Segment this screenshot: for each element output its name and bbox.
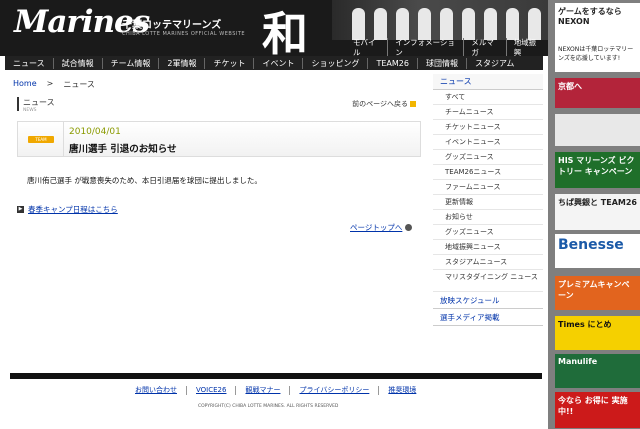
sidebar-item-goods-2[interactable]: グッズニュース [433, 225, 543, 240]
footer-voice26[interactable]: VOICE26 [186, 386, 235, 395]
ad-banner-benesse[interactable]: Benesse [555, 234, 640, 268]
section-heading: ニュース NEWS 前のページへ戻る [17, 97, 420, 113]
team-name-en: CHIBA LOTTE MARINES OFFICIAL WEBSITE [122, 31, 246, 37]
page: Marines 千葉ロッテマリーンズ CHIBA LOTTE MARINES O… [0, 0, 548, 429]
player-figure [506, 8, 519, 40]
article-date: 2010/04/01 [69, 127, 121, 137]
sidebar-item-ticket[interactable]: チケットニュース [433, 120, 543, 135]
nav-shopping[interactable]: ショッピング [302, 57, 367, 69]
nav-stadium[interactable]: スタジアム [465, 57, 522, 69]
article-title: 唐川選手 引退のお知らせ [69, 144, 177, 155]
player-figure [418, 8, 431, 40]
ad-banner-nexon[interactable]: ゲームをするなら NEXON NEXONは千葉ロッテマリーンズを応援しています! [555, 3, 640, 72]
back-link[interactable]: 前のページへ戻る [352, 99, 416, 109]
ad-banner-product[interactable] [555, 114, 640, 146]
ad-banner-times[interactable]: Times にとめ [555, 316, 640, 350]
breadcrumb-separator: > [46, 79, 54, 88]
ad-banner-web[interactable]: 今なら お得に 実施中!! [555, 392, 640, 428]
footer-contact[interactable]: お問い合わせ [126, 386, 186, 395]
copyright: COPYRIGHT(C) CHIBA LOTTE MARINES. ALL RI… [198, 404, 339, 409]
ad-nexon-text: ゲームをするなら NEXON [558, 7, 622, 26]
sidebar-item-stadium[interactable]: スタジアムニュース [433, 255, 543, 270]
breadcrumb: Home > ニュース [13, 79, 95, 90]
page-top-label: ページトップへ [350, 223, 403, 232]
global-nav: ニュース 試合情報 チーム情報 2軍情報 チケット イベント ショッピング TE… [5, 56, 543, 70]
breadcrumb-home[interactable]: Home [13, 79, 37, 90]
sidebar-item-event[interactable]: イベントニュース [433, 135, 543, 150]
player-figure [462, 8, 475, 40]
ad-banner-premium[interactable]: プレミアムキャンペーン [555, 276, 640, 310]
nav-farm[interactable]: 2軍情報 [158, 57, 204, 69]
ad-banner-kyoto[interactable]: 京都へ [555, 78, 640, 108]
player-figure [396, 8, 409, 40]
util-nav-mailmag[interactable]: メルマガ [463, 38, 505, 56]
back-link-label: 前のページへ戻る [352, 100, 408, 108]
sidebar-item-community[interactable]: 地域振興ニュース [433, 240, 543, 255]
utility-nav: モバイル インフォメーション メルマガ 地域振興 [346, 38, 548, 56]
nav-events[interactable]: イベント [253, 57, 302, 69]
sidebar-item-team26[interactable]: TEAM26ニュース [433, 165, 543, 180]
breadcrumb-current: ニュース [63, 80, 95, 89]
arrow-right-icon: ▶ [17, 206, 24, 213]
article-body: 唐川侑己選手 が戦意喪失のため、本日引退届を球団に提出しました。 [27, 176, 262, 185]
util-nav-community[interactable]: 地域振興 [505, 38, 548, 56]
sidebar-item-team[interactable]: チームニュース [433, 105, 543, 120]
camp-schedule-link[interactable]: 春季キャンプ日程はこちら [28, 204, 118, 215]
footer-bar [10, 373, 542, 379]
sidebar-heading[interactable]: ニュース [433, 74, 543, 90]
sidebar-player-media[interactable]: 選手メディア掲載 [433, 309, 543, 326]
sidebar-item-dining[interactable]: マリスタダイニング ニュース [433, 270, 543, 292]
ad-banner-his[interactable]: HIS マリーンズ ビクトリー キャンペーン [555, 152, 640, 188]
nav-tickets[interactable]: チケット [204, 57, 253, 69]
player-figure [484, 8, 497, 40]
header-kanji: 和 [262, 7, 308, 56]
related-link-row: ▶ 春季キャンプ日程はこちら [17, 204, 118, 215]
ad-banner-chibakogin[interactable]: ちば興銀と TEAM26 [555, 194, 640, 230]
site-header: Marines 千葉ロッテマリーンズ CHIBA LOTTE MARINES O… [0, 0, 548, 56]
util-nav-mobile[interactable]: モバイル [346, 38, 387, 56]
news-sidebar: ニュース すべて チームニュース チケットニュース イベントニュース グッズニュ… [433, 74, 543, 370]
util-nav-information[interactable]: インフォメーション [387, 38, 463, 56]
footer-links: お問い合わせ VOICE26 観戦マナー プライバシーポリシー 推奨環境 [126, 386, 425, 395]
sidebar-broadcast-schedule[interactable]: 放映スケジュール [433, 292, 543, 309]
article-header: TEAM 2010/04/01 唐川選手 引退のお知らせ [17, 121, 421, 157]
nav-team26[interactable]: TEAM26 [367, 57, 417, 69]
sidebar-item-goods[interactable]: グッズニュース [433, 150, 543, 165]
team-name-jp: 千葉ロッテマリーンズ [122, 20, 222, 31]
footer-privacy[interactable]: プライバシーポリシー [289, 386, 378, 395]
ad-nexon-sub: NEXONは千葉ロッテマリーンズを応援しています! [558, 46, 634, 62]
nav-news[interactable]: ニュース [5, 58, 53, 69]
arrow-up-circle-icon [405, 224, 413, 231]
footer-manners[interactable]: 観戦マナー [235, 386, 289, 395]
player-figure [374, 8, 387, 40]
sidebar-item-farm[interactable]: ファームニュース [433, 180, 543, 195]
category-badge: TEAM [28, 136, 54, 143]
player-figure [440, 8, 453, 40]
header-players-image [332, 0, 548, 40]
page-top-link[interactable]: ページトップへ [350, 222, 413, 233]
ad-column: ゲームをするなら NEXON NEXONは千葉ロッテマリーンズを応援しています!… [555, 0, 640, 429]
back-icon [410, 101, 416, 107]
nav-club[interactable]: 球団情報 [416, 57, 466, 69]
sidebar-item-updates[interactable]: 更新情報 [433, 195, 543, 210]
ad-banner-manulife[interactable]: Manulife [555, 354, 640, 388]
category-cell: TEAM [18, 122, 64, 156]
player-figure [352, 8, 365, 40]
sidebar-item-all[interactable]: すべて [433, 90, 543, 105]
footer-environment[interactable]: 推奨環境 [378, 386, 425, 395]
sidebar-item-notices[interactable]: お知らせ [433, 210, 543, 225]
nav-team[interactable]: チーム情報 [101, 57, 159, 69]
nav-games[interactable]: 試合情報 [52, 57, 102, 69]
player-figure [528, 8, 541, 40]
